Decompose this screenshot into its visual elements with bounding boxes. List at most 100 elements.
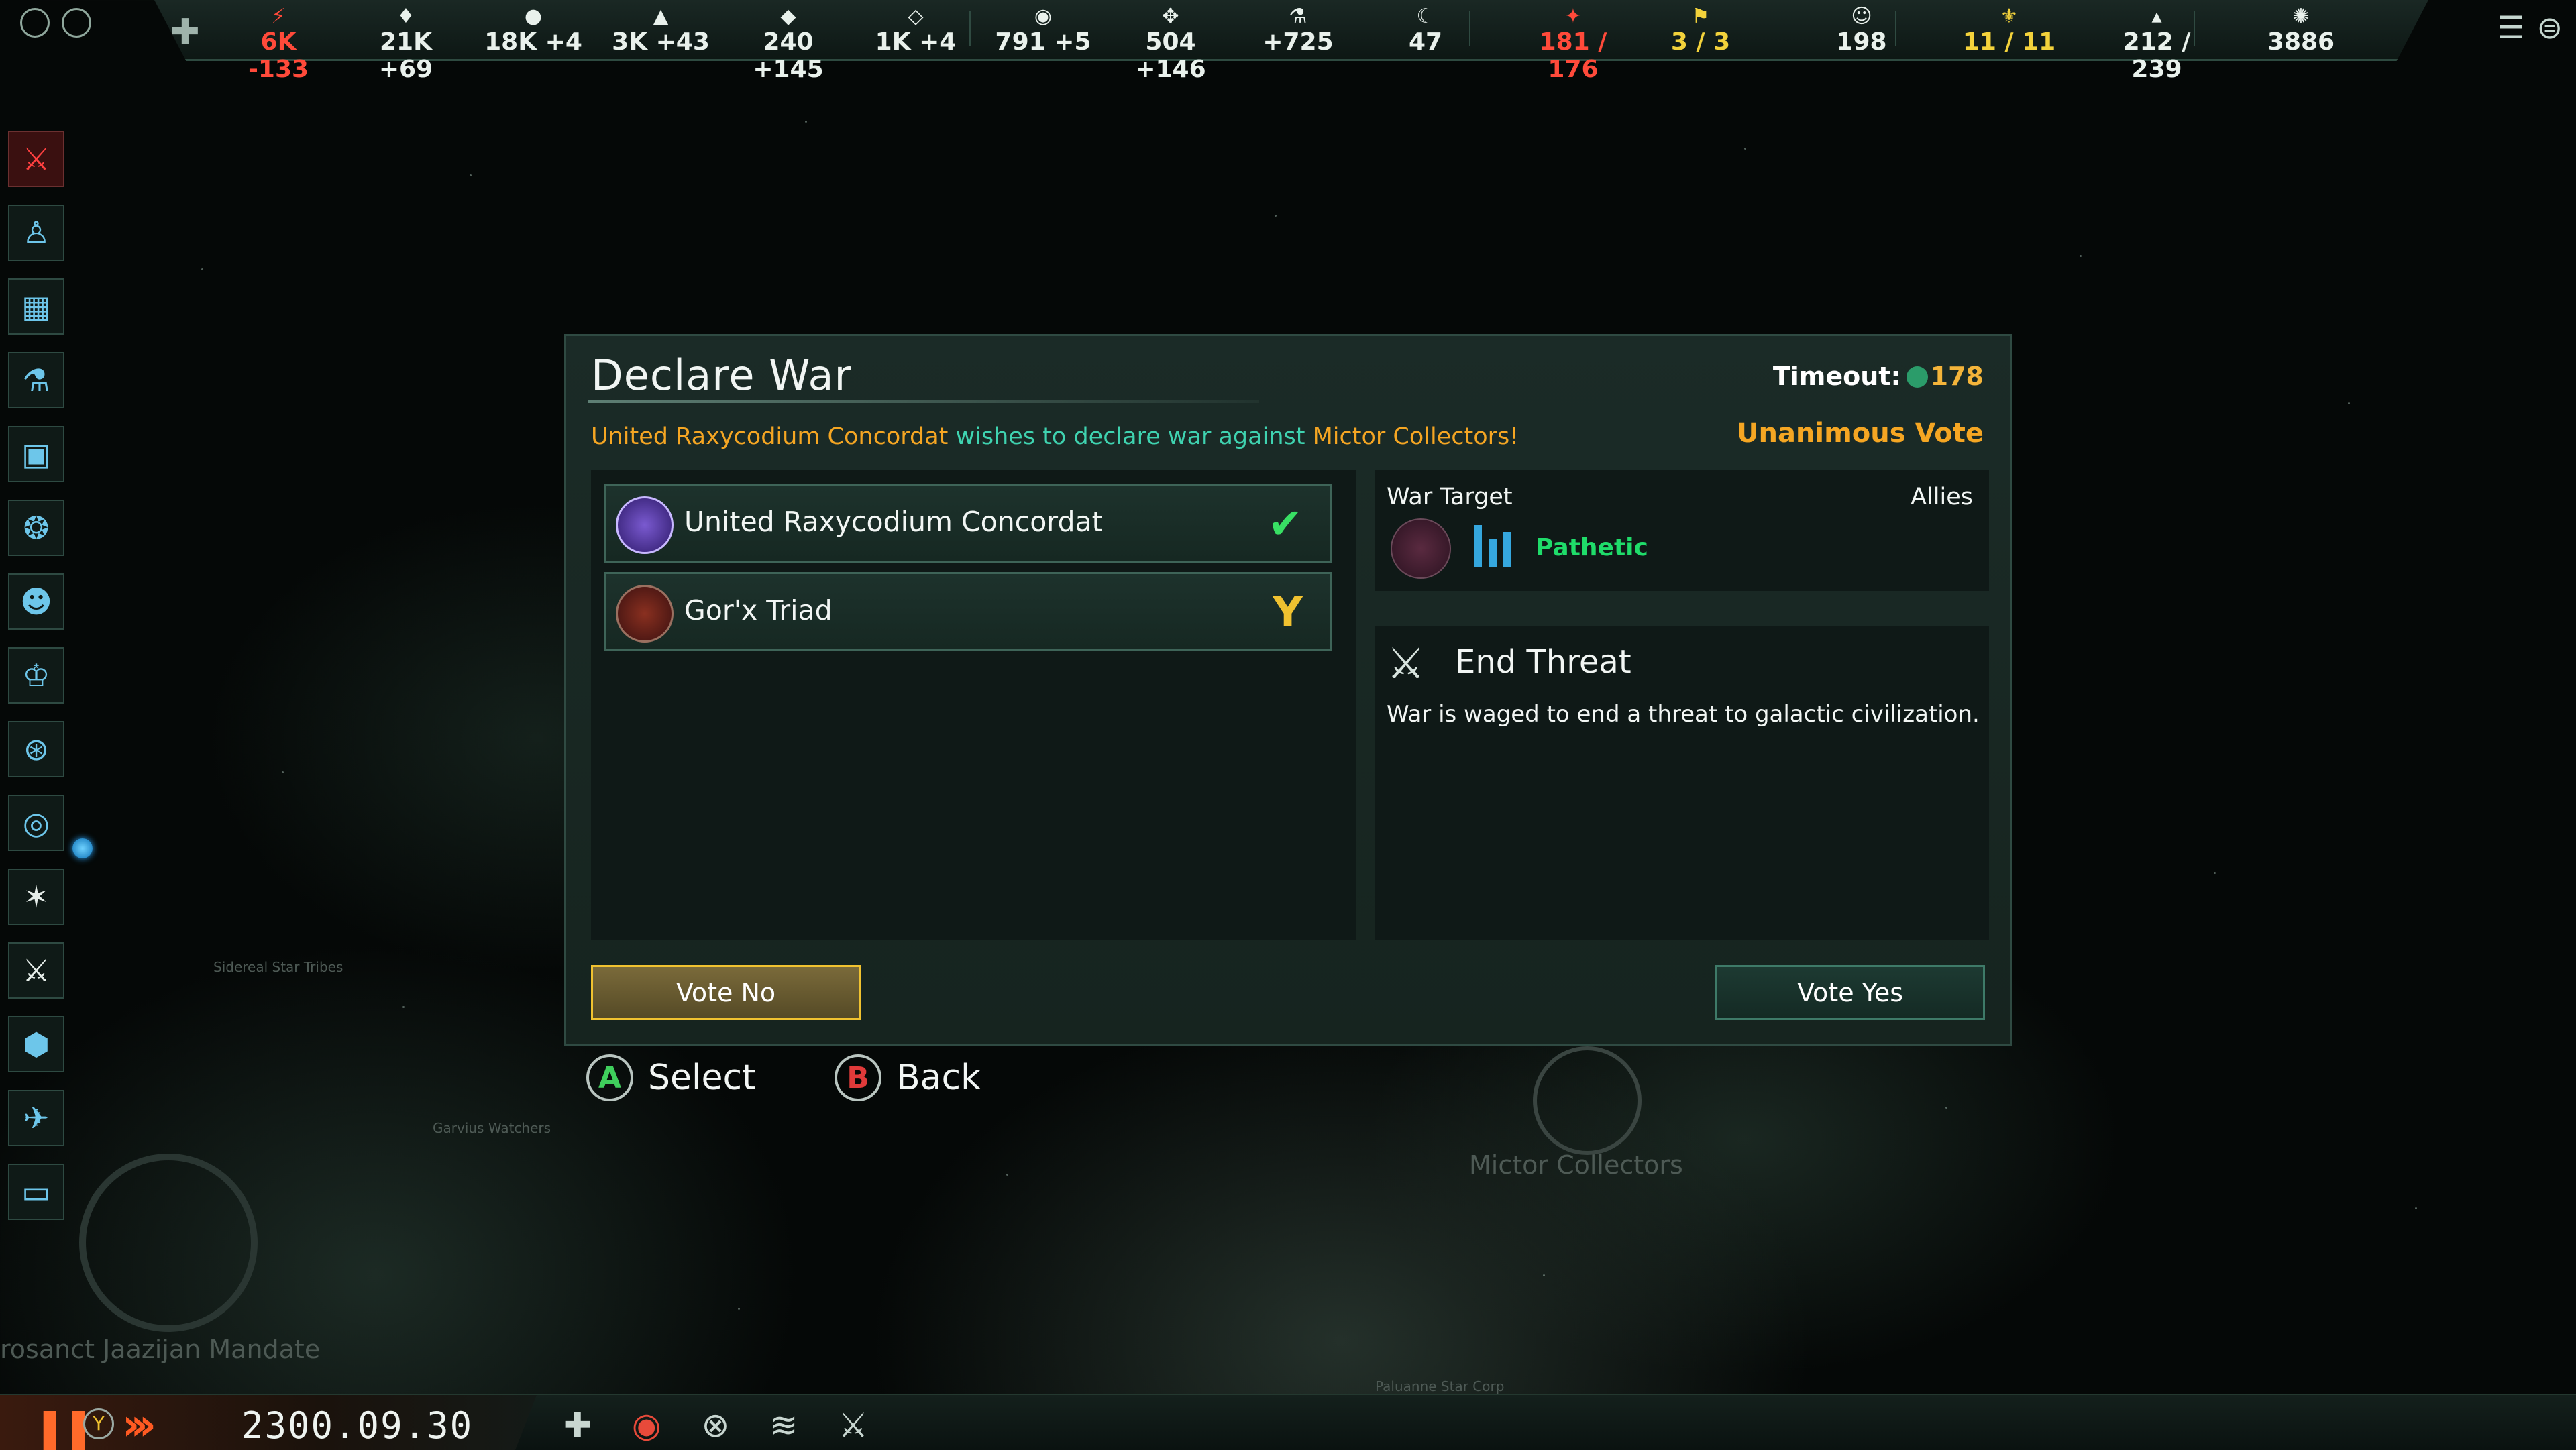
game-speed-panel: ❚❚ Y ››› 2300.09.30: [0, 1395, 537, 1450]
dialog-title: Declare War: [591, 351, 852, 400]
resource-naval-capacity[interactable]: ▴ 212 / 239: [2106, 5, 2207, 84]
plus-icon[interactable]: ✚: [564, 1406, 592, 1445]
resource-stability[interactable]: ✺ 3886: [2251, 5, 2351, 56]
menu-icon[interactable]: ☰: [2497, 9, 2524, 46]
policies-button[interactable]: ▣: [8, 426, 64, 482]
eye-icon[interactable]: ◉: [632, 1406, 661, 1445]
y-button-icon[interactable]: Y: [83, 1408, 114, 1439]
strength-bars-icon: [1474, 525, 1511, 567]
divider: [2194, 11, 2195, 46]
resource-pops[interactable]: ☺ 198: [1811, 5, 1912, 56]
situations-button[interactable]: ⬢: [8, 1016, 64, 1072]
war-goal-title: End Threat: [1455, 643, 1631, 681]
resource-value: 791 +5: [995, 28, 1091, 56]
resource-trade[interactable]: ◇ 1K +4: [865, 5, 966, 56]
settings-icon[interactable]: ⊜: [2536, 9, 2563, 46]
filter-icon[interactable]: ≋: [769, 1406, 798, 1445]
notification-dot-icon[interactable]: [72, 838, 93, 858]
map-label-garvius[interactable]: Garvius Watchers: [433, 1120, 551, 1136]
target-empire-emblem-icon[interactable]: [1391, 518, 1451, 579]
messages-button[interactable]: ▭: [8, 1164, 64, 1220]
vote-no-button[interactable]: Vote No: [591, 965, 861, 1020]
energy-icon: ⚡: [271, 5, 286, 28]
galaxy-icon: ◎: [22, 805, 50, 841]
resource-favors[interactable]: ☾ 47: [1375, 5, 1476, 56]
trade-icon: ◇: [908, 5, 924, 28]
resource-influence[interactable]: ◉ 791 +5: [993, 5, 1093, 56]
voter-row[interactable]: Gor'x Triad Y: [604, 572, 1332, 651]
resource-envoys[interactable]: ⚜ 11 / 11: [1959, 5, 2059, 56]
situation-log-button[interactable]: ⚔: [8, 131, 64, 187]
map-label-paluanne[interactable]: Paluanne Star Corp: [1375, 1378, 1504, 1394]
aggressor-name: United Raxycodium Concordat: [591, 423, 949, 450]
divider: [1895, 11, 1896, 46]
resource-starbase-capacity[interactable]: ⚑ 3 / 3: [1650, 5, 1751, 56]
research-button[interactable]: ⚗: [8, 352, 64, 408]
species-icon: ❂: [23, 510, 50, 546]
wars-button[interactable]: ⚔: [8, 942, 64, 999]
voters-panel: United Raxycodium Concordat ✔ Gor'x Tria…: [591, 470, 1356, 940]
galactic-community-button[interactable]: ◎: [8, 795, 64, 851]
chat-icon: ▭: [21, 1174, 51, 1210]
subtitle-end: !: [1509, 423, 1519, 450]
declare-war-dialog: Declare War Timeout: 178 United Raxycodiu…: [564, 334, 2012, 1046]
hexes-icon: ⬢: [22, 1026, 50, 1062]
resource-minerals[interactable]: ♦ 21K +69: [356, 5, 456, 84]
back-label: Back: [896, 1058, 981, 1098]
leaders-button[interactable]: ♔: [8, 647, 64, 704]
policy-icon: ▣: [21, 436, 51, 472]
empire-flag-icon[interactable]: [20, 8, 50, 38]
empire-emblem-icon: [79, 1154, 258, 1332]
hyperlane-icon[interactable]: ⊗: [702, 1406, 730, 1445]
war-goal-description: War is waged to end a threat to galactic…: [1387, 701, 1980, 728]
fleets-button[interactable]: ✈: [8, 1090, 64, 1146]
pause-icon[interactable]: ❚❚: [34, 1404, 95, 1450]
target-strength: Pathetic: [1536, 534, 1648, 561]
resource-value: 18K +4: [484, 28, 582, 56]
favors-icon: ☾: [1416, 5, 1435, 28]
vote-yes-button[interactable]: Vote Yes: [1715, 965, 1985, 1020]
expand-resources-icon[interactable]: ✚: [170, 15, 200, 50]
species-button[interactable]: ❂: [8, 500, 64, 556]
planet-list-icon: ▦: [21, 288, 51, 325]
map-label-jaazijan[interactable]: rosanct Jaazijan Mandate: [0, 1335, 320, 1364]
mictor-emblem-icon: [1533, 1046, 1642, 1155]
empire-flag-icon: [616, 585, 674, 643]
government-button[interactable]: ♙: [8, 205, 64, 261]
research-icon: ⚗: [1289, 5, 1307, 28]
resource-value: 181 / 176: [1539, 28, 1607, 83]
back-hint[interactable]: B Back: [835, 1054, 981, 1101]
divider: [1469, 11, 1470, 46]
resource-food[interactable]: ● 18K +4: [483, 5, 584, 56]
vote-pending-icon: Y: [1273, 588, 1303, 636]
select-hint[interactable]: A Select: [586, 1054, 755, 1101]
envoys-icon: ⚜: [2000, 5, 2019, 28]
map-label-sidereal[interactable]: Sidereal Star Tribes: [213, 959, 343, 975]
crossed-swords-icon[interactable]: ⚔: [838, 1406, 868, 1445]
traditions-button[interactable]: ⊛: [8, 721, 64, 777]
masks-icon: ☻: [20, 583, 52, 620]
resource-fleet-capacity[interactable]: ✦ 181 / 176: [1523, 5, 1623, 84]
war-target-label: War Target: [1387, 484, 1513, 510]
factions-button[interactable]: ☻: [8, 573, 64, 630]
resource-research[interactable]: ⚗ +725: [1248, 5, 1348, 56]
planets-button[interactable]: ▦: [8, 278, 64, 335]
resource-consumer-goods[interactable]: ▲ 3K +43: [610, 5, 711, 56]
game-date: 2300.09.30: [241, 1404, 474, 1447]
voter-row[interactable]: United Raxycodium Concordat ✔: [604, 484, 1332, 563]
resource-alloys[interactable]: ◆ 240 +145: [738, 5, 839, 84]
bottom-bar: ❚❚ Y ››› 2300.09.30 ✚ ◉ ⊗ ≋ ⚔: [0, 1394, 2576, 1450]
flask-icon: ⚗: [22, 362, 50, 398]
ledger-icon[interactable]: [62, 8, 91, 38]
map-label-mictor[interactable]: Mictor Collectors: [1469, 1150, 1683, 1180]
unity-icon: ✥: [1162, 5, 1179, 28]
resource-energy[interactable]: ⚡ 6K -133: [228, 5, 329, 84]
resource-value: 3K +43: [612, 28, 710, 56]
contacts-button[interactable]: ✶: [8, 869, 64, 925]
leader-icon: ♔: [22, 657, 50, 693]
consumer-goods-icon: ▲: [653, 5, 669, 28]
resource-unity[interactable]: ✥ 504 +146: [1120, 5, 1221, 84]
voter-name: Gor'x Triad: [684, 594, 833, 626]
fleet-capacity-icon: ✦: [1564, 5, 1582, 28]
speed-chevrons-icon[interactable]: ›››: [122, 1400, 156, 1450]
